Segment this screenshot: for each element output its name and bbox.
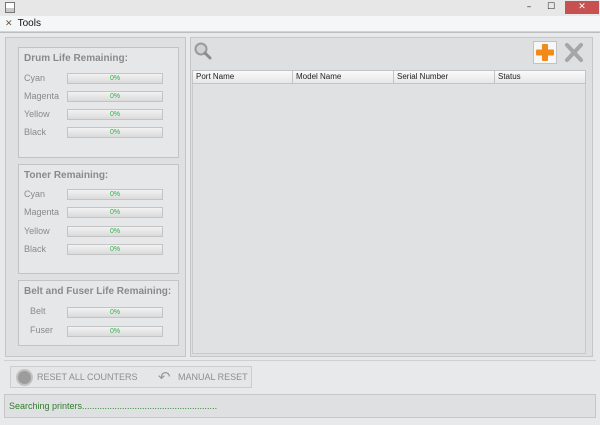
- tools-icon: ✕: [5, 19, 13, 29]
- toner-yellow-label: Yellow: [24, 226, 50, 236]
- magnifier-icon: [194, 42, 212, 60]
- toner-cyan-label: Cyan: [24, 189, 46, 199]
- printer-table-body[interactable]: [192, 84, 586, 354]
- x-icon: [565, 43, 583, 62]
- toner-black-label: Black: [24, 244, 47, 254]
- fuser-bar: 0%: [67, 326, 163, 337]
- drum-life-title: Drum Life Remaining:: [24, 53, 128, 64]
- drum-magenta-label: Magenta: [24, 91, 60, 101]
- status-text: Searching printers......................…: [9, 401, 218, 411]
- reset-all-counters-label: RESET ALL COUNTERS: [37, 372, 138, 382]
- title-bar: – ☐ ✕: [0, 0, 600, 16]
- menu-bar: ✕ Tools: [0, 16, 600, 32]
- belt-bar: 0%: [67, 307, 163, 318]
- column-port-name[interactable]: Port Name: [193, 71, 293, 83]
- manual-reset-label: MANUAL RESET: [178, 372, 248, 382]
- status-bar: Searching printers......................…: [4, 394, 596, 418]
- manual-reset-button[interactable]: ↶ MANUAL RESET: [150, 366, 252, 388]
- column-model-name[interactable]: Model Name: [293, 71, 394, 83]
- printer-table-header: Port Name Model Name Serial Number Statu…: [192, 70, 586, 84]
- drum-magenta-bar: 0%: [67, 91, 163, 102]
- column-status[interactable]: Status: [495, 71, 585, 83]
- reset-all-counters-button[interactable]: RESET ALL COUNTERS: [10, 366, 152, 388]
- menu-tools-label: Tools: [17, 18, 41, 29]
- drum-black-bar: 0%: [67, 127, 163, 138]
- column-serial-number[interactable]: Serial Number: [394, 71, 495, 83]
- client-area: Drum Life Remaining: Cyan 0% Magenta 0% …: [0, 33, 600, 425]
- delete-printer-button[interactable]: [562, 41, 586, 64]
- drum-cyan-bar: 0%: [67, 73, 163, 84]
- drum-life-group: Drum Life Remaining: Cyan 0% Magenta 0% …: [18, 47, 179, 158]
- toner-magenta-bar: 0%: [67, 207, 163, 218]
- toner-magenta-label: Magenta: [24, 207, 60, 217]
- drum-cyan-label: Cyan: [24, 73, 46, 83]
- printers-panel: Port Name Model Name Serial Number Statu…: [190, 37, 593, 357]
- drum-yellow-bar: 0%: [67, 109, 163, 120]
- toner-title: Toner Remaining:: [24, 170, 109, 181]
- counters-panel: Drum Life Remaining: Cyan 0% Magenta 0% …: [5, 37, 186, 357]
- gear-icon: [16, 369, 33, 386]
- belt-fuser-title: Belt and Fuser Life Remaining:: [24, 286, 172, 297]
- maximize-button[interactable]: ☐: [544, 1, 558, 14]
- menu-tools[interactable]: ✕ Tools: [5, 17, 41, 31]
- undo-icon: ↶: [158, 368, 171, 386]
- app-icon[interactable]: [5, 2, 15, 13]
- minimize-button[interactable]: –: [522, 1, 536, 14]
- plus-icon: [536, 44, 554, 61]
- toner-cyan-bar: 0%: [67, 189, 163, 200]
- fuser-label: Fuser: [30, 325, 54, 335]
- toner-group: Toner Remaining: Cyan 0% Magenta 0% Yell…: [18, 164, 179, 274]
- belt-label: Belt: [30, 306, 46, 316]
- drum-yellow-label: Yellow: [24, 109, 50, 119]
- toner-yellow-bar: 0%: [67, 226, 163, 237]
- drum-black-label: Black: [24, 127, 47, 137]
- toner-black-bar: 0%: [67, 244, 163, 255]
- action-bar: RESET ALL COUNTERS ↶ MANUAL RESET: [4, 360, 596, 390]
- search-button[interactable]: [193, 41, 213, 61]
- close-button[interactable]: ✕: [565, 1, 599, 14]
- add-printer-button[interactable]: [533, 41, 557, 64]
- belt-fuser-group: Belt and Fuser Life Remaining: Belt 0% F…: [18, 280, 179, 346]
